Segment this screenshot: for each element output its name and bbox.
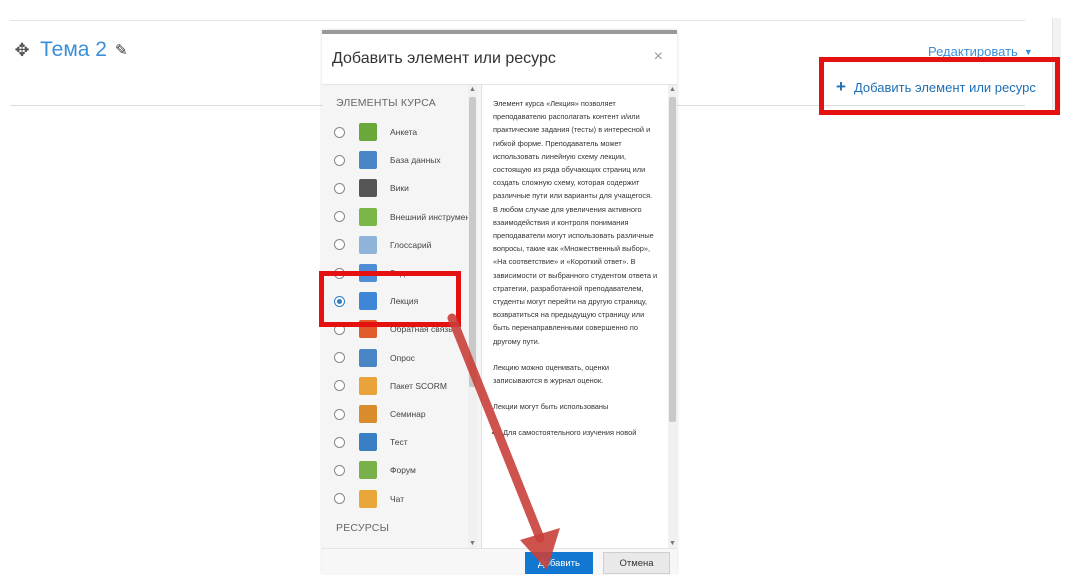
module-label: Внешний инструмент bbox=[390, 211, 474, 222]
wiki-icon bbox=[359, 179, 377, 198]
page-scrollbar[interactable] bbox=[1052, 18, 1061, 110]
activities-heading: ЭЛЕМЕНТЫ КУРСА bbox=[336, 97, 436, 109]
dialog-header: Добавить элемент или ресурс × bbox=[322, 34, 677, 85]
module-radio[interactable] bbox=[334, 464, 345, 476]
plus-icon: + bbox=[836, 77, 846, 96]
description-paragraph: Элемент курса «Лекция» позволяет препода… bbox=[493, 99, 658, 346]
module-radio[interactable] bbox=[334, 295, 345, 307]
module-option[interactable]: Анкета bbox=[334, 120, 474, 144]
module-label: Пакет SCORM bbox=[390, 380, 447, 391]
module-option[interactable]: База данных bbox=[334, 148, 474, 172]
module-label: Опрос bbox=[390, 352, 415, 363]
module-radio[interactable] bbox=[334, 493, 345, 505]
forum-icon bbox=[359, 461, 377, 480]
module-label: Семинар bbox=[390, 409, 426, 419]
module-radio[interactable] bbox=[334, 211, 345, 223]
lesson-icon bbox=[359, 292, 377, 311]
module-option[interactable]: Опрос bbox=[334, 346, 474, 370]
module-option[interactable]: Форум bbox=[334, 458, 474, 482]
description-paragraph: Лекцию можно оценивать, оценки записываю… bbox=[493, 362, 609, 386]
module-option[interactable]: Тест bbox=[334, 430, 474, 454]
module-radio[interactable] bbox=[334, 182, 345, 194]
description-scrollbar[interactable]: ▲ ▼ bbox=[668, 85, 677, 548]
description-paragraph: Лекции могут быть использованы bbox=[493, 402, 609, 412]
module-description-panel: Элемент курса «Лекция» позволяет препода… bbox=[482, 85, 677, 548]
module-list-scrollbar[interactable]: ▲ ▼ bbox=[468, 85, 477, 548]
module-radio[interactable] bbox=[334, 267, 345, 279]
section-header: ✥ Тема 2 ✎ bbox=[12, 38, 128, 62]
survey-icon bbox=[359, 123, 377, 141]
module-list: ЭЛЕМЕНТЫ КУРСА Анкета База данных Вики Внеш… bbox=[322, 85, 482, 548]
module-label: Задание bbox=[390, 268, 424, 278]
move-icon[interactable]: ✥ bbox=[12, 40, 32, 61]
dialog-title: Добавить элемент или ресурс bbox=[332, 50, 556, 67]
workshop-icon bbox=[359, 405, 377, 423]
module-label: Тест bbox=[390, 437, 408, 448]
edit-menu-label[interactable]: Редактировать bbox=[928, 44, 1018, 59]
module-label: Форум bbox=[390, 465, 416, 476]
module-radio[interactable] bbox=[334, 239, 345, 251]
database-icon bbox=[359, 151, 377, 170]
module-option[interactable]: Обратная связь bbox=[334, 317, 474, 341]
scroll-down-arrow[interactable]: ▼ bbox=[668, 540, 677, 547]
module-radio[interactable] bbox=[334, 436, 345, 448]
activity-chooser-dialog: Добавить элемент или ресурс × ЭЛЕМЕНТЫ К… bbox=[322, 30, 677, 575]
module-description: Элемент курса «Лекция» позволяет препода… bbox=[493, 97, 658, 440]
description-list-item: Для самостоятельного изучения новой bbox=[503, 426, 658, 439]
module-option[interactable]: Семинар bbox=[334, 402, 474, 426]
puzzle-icon bbox=[359, 207, 377, 226]
top-divider bbox=[10, 20, 1025, 21]
module-option[interactable]: Вики bbox=[334, 176, 474, 200]
module-label: Обратная связь bbox=[390, 324, 453, 335]
module-option[interactable]: Глоссарий bbox=[334, 233, 474, 257]
scrollbar-thumb[interactable] bbox=[469, 97, 476, 387]
glossary-icon bbox=[359, 235, 377, 254]
assignment-icon bbox=[359, 264, 377, 282]
quiz-icon bbox=[359, 433, 377, 452]
description-list: Для самостоятельного изучения новой bbox=[493, 426, 658, 439]
module-radio[interactable] bbox=[334, 154, 345, 166]
resources-heading: РЕСУРСЫ bbox=[336, 522, 390, 534]
scorm-icon bbox=[359, 376, 377, 395]
module-radio[interactable] bbox=[334, 126, 345, 138]
module-option[interactable]: Внешний инструмент bbox=[334, 205, 474, 229]
pencil-icon[interactable]: ✎ bbox=[115, 41, 128, 59]
module-radio[interactable] bbox=[334, 408, 345, 420]
module-radio[interactable] bbox=[334, 352, 345, 364]
module-label: Лекция bbox=[390, 296, 419, 307]
chat-icon bbox=[359, 489, 377, 508]
scroll-down-arrow[interactable]: ▼ bbox=[468, 540, 477, 547]
add-button[interactable]: Добавить bbox=[525, 552, 593, 574]
topic-title-link[interactable]: Тема 2 bbox=[40, 38, 107, 62]
module-option[interactable]: Лекция bbox=[334, 289, 474, 313]
feedback-icon bbox=[359, 320, 377, 339]
dialog-body: ЭЛЕМЕНТЫ КУРСА Анкета База данных Вики Внеш… bbox=[322, 85, 677, 548]
module-label: Чат bbox=[390, 493, 405, 504]
module-label: Вики bbox=[390, 183, 409, 194]
scroll-up-arrow[interactable]: ▲ bbox=[668, 86, 677, 93]
caret-down-icon: ▼ bbox=[1023, 46, 1033, 57]
module-option[interactable]: Пакет SCORM bbox=[334, 374, 474, 398]
add-activity-link[interactable]: + Добавить элемент или ресурс bbox=[836, 77, 1036, 97]
dialog-footer: Добавить Отмена bbox=[322, 548, 677, 575]
question-icon bbox=[359, 348, 377, 367]
module-option[interactable]: Чат bbox=[334, 487, 474, 511]
module-label: База данных bbox=[390, 155, 441, 166]
scroll-up-arrow[interactable]: ▲ bbox=[468, 86, 477, 93]
cancel-button[interactable]: Отмена bbox=[603, 552, 670, 574]
module-label: Анкета bbox=[390, 127, 418, 137]
module-radio[interactable] bbox=[334, 380, 345, 392]
edit-menu[interactable]: Редактировать ▼ bbox=[928, 44, 1033, 59]
close-icon[interactable]: × bbox=[654, 48, 663, 66]
add-activity-label[interactable]: Добавить элемент или ресурс bbox=[854, 80, 1036, 95]
scrollbar-thumb[interactable] bbox=[669, 97, 676, 422]
module-option[interactable]: Задание bbox=[334, 261, 474, 285]
module-radio[interactable] bbox=[334, 323, 345, 335]
module-label: Глоссарий bbox=[390, 239, 432, 250]
